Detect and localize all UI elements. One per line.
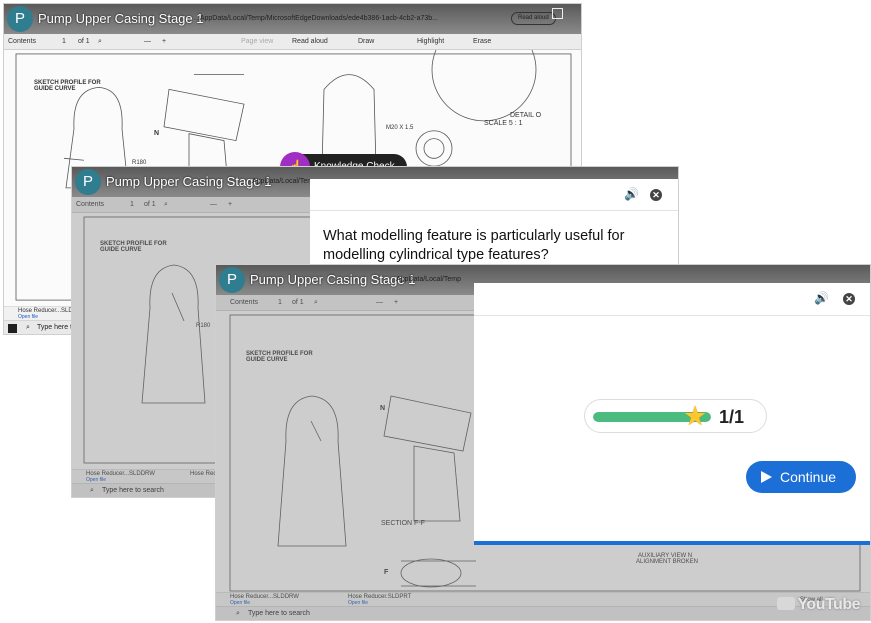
view-n-label: N (154, 130, 160, 137)
video-title[interactable]: Pump Upper Casing Stage 1 (38, 11, 203, 26)
page-count: of 1 (78, 38, 90, 45)
question-text: What modelling feature is particularly u… (323, 228, 625, 263)
thread-label: M20 X 1.5 (386, 125, 414, 131)
page-number-field[interactable]: 1 (62, 38, 66, 45)
score-count: 1/1 (719, 407, 745, 427)
channel-avatar[interactable]: P (75, 169, 101, 195)
close-icon[interactable]: ✕ (843, 293, 855, 305)
radius-label: R180 (132, 160, 147, 166)
highlight-button[interactable]: Highlight (417, 38, 444, 45)
address-bar: ...AppData/Local/Temp/MicrosoftEdgeDownl… (194, 15, 438, 22)
zoom-in-button[interactable]: + (162, 38, 166, 45)
detail-label: DETAIL O (510, 112, 542, 119)
youtube-logo-icon (777, 597, 796, 610)
guide-curve-label: GUIDE CURVE (34, 86, 76, 92)
pdf-toolbar: Contents 1 of 1 ⌕ — + Page view Read alo… (4, 34, 581, 50)
read-aloud-pill: Read aloud (511, 12, 556, 25)
erase-button[interactable]: Erase (473, 38, 491, 45)
dialog-header: 🔊 ✕ (474, 283, 870, 316)
scale-label: SCALE 5 : 1 (484, 120, 523, 127)
address-bar: AppData/Local/Temp (252, 178, 317, 185)
knowledge-check-dialog: 🔊 ✕ What modelling feature is particular… (310, 179, 678, 277)
channel-avatar[interactable]: P (7, 6, 33, 32)
copy-link-icon[interactable] (552, 8, 563, 19)
read-aloud-button[interactable]: Read aloud (292, 38, 328, 45)
speaker-icon[interactable]: 🔊 (624, 187, 639, 201)
star-icon: ★ (683, 401, 708, 431)
zoom-out-button[interactable]: — (144, 38, 151, 45)
play-icon (761, 471, 772, 483)
address-bar: AppData/Local/Temp (396, 276, 461, 283)
speaker-icon[interactable]: 🔊 (814, 291, 829, 305)
video-title-bar: P Pump Upper Casing Stage 1 ...AppData/L… (4, 4, 581, 34)
taskbar-search-icon[interactable]: ⌕ (26, 324, 30, 332)
dialog-accent-bar (474, 541, 870, 545)
channel-avatar[interactable]: P (219, 267, 245, 293)
windows-start-icon[interactable] (8, 324, 17, 333)
close-icon[interactable]: ✕ (650, 189, 662, 201)
video-title[interactable]: Pump Upper Casing Stage 1 (250, 272, 415, 287)
video-frame-3: P Pump Upper Casing Stage 1 AppData/Loca… (216, 265, 870, 620)
continue-button[interactable]: Continue (746, 461, 856, 493)
search-icon[interactable]: ⌕ (98, 38, 102, 46)
youtube-watermark: YouTube (777, 596, 860, 614)
continue-label: Continue (780, 469, 837, 485)
draw-button[interactable]: Draw (358, 38, 374, 45)
dialog-header: 🔊 ✕ (310, 179, 678, 211)
score-progress: ★ 1/1 (584, 399, 767, 433)
video-title[interactable]: Pump Upper Casing Stage 1 (106, 174, 271, 189)
result-dialog: 🔊 ✕ ★ 1/1 Continue (474, 283, 870, 545)
page-view-button[interactable]: Page view (241, 38, 273, 45)
contents-button[interactable]: Contents (8, 38, 36, 45)
